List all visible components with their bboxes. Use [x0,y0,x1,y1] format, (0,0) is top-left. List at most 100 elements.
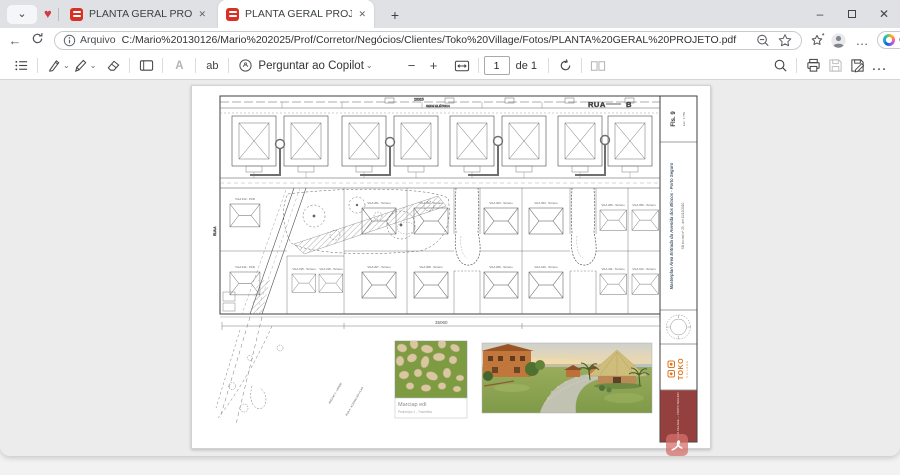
toolbar-separator [129,58,130,73]
back-button[interactable]: ← [4,33,26,48]
dim-top-label: 20015 [414,98,424,102]
project-title: Masterplan Área Entrada da Avenida dos B… [669,162,674,289]
plan-title-block: Fls. 9 Esc. 1:750 Masterplan Área Entrad… [660,111,697,442]
lot-label: VILA 316 - Terreno [319,267,343,271]
street-top-label: RUA [588,100,606,109]
ask-copilot-label[interactable]: Perguntar ao Copilot [258,60,363,72]
address-bar: ← Arquivo C:/Mario%20130126/Mario%202025… [0,28,900,52]
url-field[interactable]: Arquivo C:/Mario%20130126/Mario%202025/P… [54,31,802,50]
plan-road [220,178,660,188]
page-count-label: de 1 [516,60,537,72]
road-note: RUA A - ACESSO ÀS VILAS [344,386,364,417]
chevron-down-icon: ⌄ [17,8,26,20]
restore-icon [847,9,857,19]
read-aloud-icon: ab [206,60,218,72]
print-button[interactable] [802,55,824,77]
pdf-viewer-content[interactable]: 20015 REDE ELÉTRICA RUA B RUA A [0,80,900,456]
tab-planta-geral-1[interactable]: PLANTA GERAL PROJETO.pdf ✕ [62,0,214,28]
printer-icon [806,58,821,73]
favorite-star-icon[interactable] [777,33,793,48]
read-aloud-button[interactable]: ab [201,55,223,77]
plan-dimension: 35060 [222,320,660,330]
brand-name: TOKO [678,358,685,380]
tab-title: PLANTA GERAL PROJETO.pdf [89,8,192,20]
street-top-suffix: B [626,100,632,109]
stamp-seal [667,315,691,339]
refresh-button[interactable] [26,32,48,48]
zoom-in-button[interactable]: + [423,55,445,77]
lot-label: VILA 312 - Terreno [632,267,656,271]
chevron-down-icon[interactable]: ⌄ [90,61,97,70]
lot-label: VILA 315 - Terreno [292,267,316,271]
brand-subname: VILLAGE [685,360,689,378]
close-tab-icon[interactable]: ✕ [198,9,206,20]
open-in-acrobat-button[interactable] [666,434,688,456]
add-text-button[interactable] [135,55,157,77]
copilot-outline-icon [238,58,253,73]
paving-caption-subtitle: Pedra tipo 1 - Travertino [398,410,432,414]
new-tab-button[interactable]: + [384,5,406,24]
copilot-chat-button[interactable]: Chat [877,31,900,49]
table-of-contents-button[interactable] [10,55,32,77]
chevron-down-icon[interactable]: ⌄ [366,61,373,70]
table-of-contents-icon [14,58,29,73]
page-view-button[interactable] [587,55,609,77]
window-controls: – ✕ [804,0,900,28]
save-button[interactable] [824,55,846,77]
sheet-scale: Esc. 1:750 [682,112,686,127]
erase-button[interactable] [102,55,124,77]
close-window-button[interactable]: ✕ [868,0,900,28]
copilot-icon [883,34,895,46]
ask-copilot-button[interactable] [234,55,256,77]
dim-bottom-label: 35060 [435,320,448,325]
fit-to-width-button[interactable] [451,55,473,77]
lot-label: VILA 305 - Terreno [601,203,625,207]
plan-lot-houses: VILA 301 - Terreno VILA 302 - Terreno VI… [230,197,659,298]
paving-caption-title: Marciap edi [398,402,426,408]
toolbar-separator [37,58,38,73]
toolbar-separator [162,58,163,73]
close-tab-icon[interactable]: ✕ [358,9,366,20]
info-icon[interactable] [63,34,76,47]
pdf-page: 20015 REDE ELÉTRICA RUA B RUA A [191,85,711,449]
tab-planta-geral-2-active[interactable]: PLANTA GERAL PROJETO.pdf ✕ [218,0,374,28]
chevron-down-icon[interactable]: ⌄ [63,61,70,70]
zoom-out-page-icon[interactable] [755,33,771,48]
street-left-label: RUA A [213,226,217,236]
url-text: C:/Mario%20130126/Mario%202025/Prof/Corr… [122,34,749,46]
more-options-button[interactable]: … [868,55,890,77]
highlight-button[interactable] [70,55,92,77]
format-text-button[interactable]: A [168,55,190,77]
lot-label: VILA 306 - Terreno [632,203,656,207]
restore-button[interactable] [836,0,868,28]
refresh-icon [31,32,44,45]
utility-label: REDE ELÉTRICA [426,103,450,108]
save-as-icon [850,58,865,73]
heart-favicon-icon[interactable]: ♥ [44,6,52,21]
fit-width-icon [454,59,470,73]
rotate-button[interactable] [554,55,576,77]
strip-text: TOKO VILLAGE — PORTO SEGURO [676,391,680,439]
toolbar-separator [581,58,582,73]
page-number-input[interactable] [484,56,510,75]
format-text-icon: A [175,60,183,72]
plan-culdesacs [455,188,596,265]
sheet-number: Fls. 9 [671,111,677,127]
favorites-bar-icon[interactable] [810,32,826,48]
minimize-button[interactable]: – [804,0,836,28]
tab-strip: ⌄ ♥ PLANTA GERAL PROJETO.pdf ✕ PLANTA GE… [0,0,900,28]
lot-label: VILA 313 - PCD [235,197,255,201]
tab-search-button[interactable]: ⌄ [7,5,37,24]
rotate-icon [558,58,573,73]
settings-menu-button[interactable]: … [851,33,873,48]
village-render-image [481,343,652,413]
save-as-button[interactable] [846,55,868,77]
profile-avatar[interactable] [830,32,847,49]
draw-button[interactable] [43,55,65,77]
search-document-button[interactable] [769,55,791,77]
toolbar-separator [228,58,229,73]
browser-window: ⌄ ♥ PLANTA GERAL PROJETO.pdf ✕ PLANTA GE… [0,0,900,456]
zoom-out-button[interactable]: − [401,55,423,77]
site-plan-drawing: 20015 REDE ELÉTRICA RUA B RUA A [192,86,710,448]
lot-label: VILA 303 - Terreno [489,201,513,205]
